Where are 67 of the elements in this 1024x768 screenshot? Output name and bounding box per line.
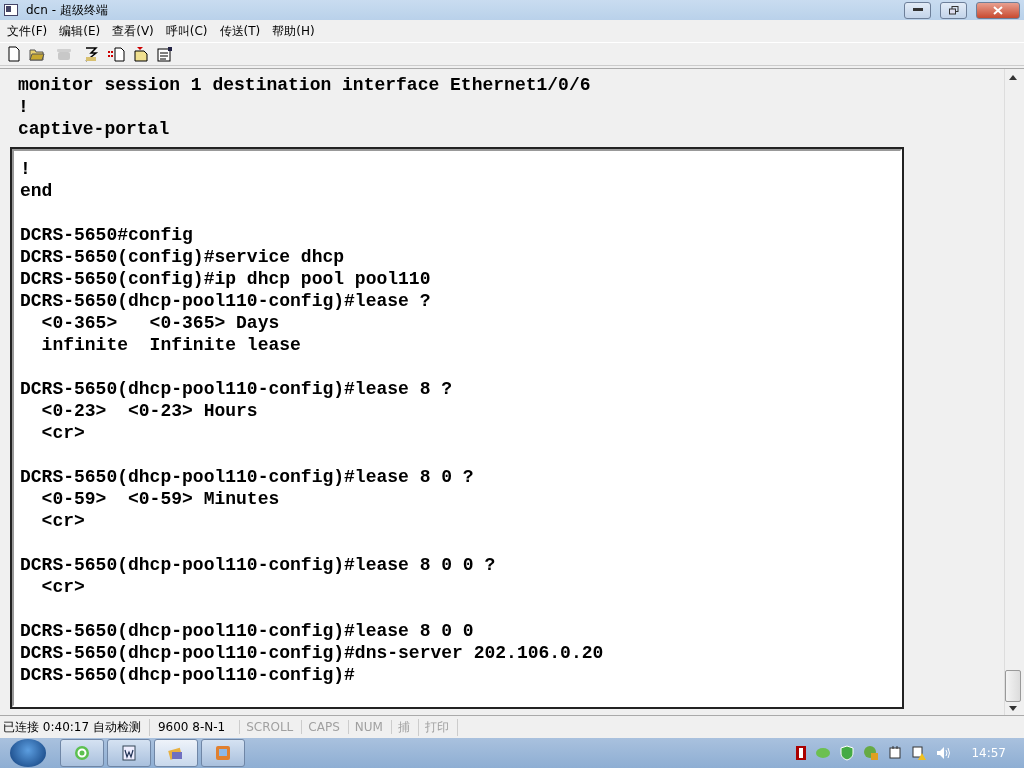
status-indicator: CAPS — [302, 720, 349, 734]
taskbar-button[interactable] — [154, 739, 198, 767]
menu-item[interactable]: 编辑(E) — [54, 22, 108, 40]
speaker-icon — [935, 745, 952, 761]
restore-icon — [948, 5, 959, 15]
connection-status: 已连接 0:40:17 自动检测 — [0, 718, 150, 736]
status-blob-icon — [815, 745, 832, 761]
status-indicator: NUM — [348, 720, 392, 734]
terminal-line: monitor session 1 destination interface Ethernet1/0/6 — [17, 74, 592, 96]
close-button[interactable] — [976, 1, 1020, 19]
scroll-down-icon — [1009, 706, 1017, 711]
minimize-icon — [912, 8, 923, 12]
terminal-line: <0-365> <0-365> Days — [40, 312, 281, 334]
menu-item[interactable]: 查看(V) — [107, 22, 161, 40]
scroll-thumb[interactable] — [1005, 670, 1021, 702]
terminal-line: <cr> — [40, 510, 86, 532]
terminal-line: DCRS-5650(dhcp-pool110-config)#lease ? — [19, 290, 432, 312]
terminal-line: ! — [19, 158, 32, 180]
properties-icon — [157, 46, 173, 62]
film-icon — [795, 745, 808, 761]
close-icon — [993, 5, 1003, 15]
terminal-line: <cr> — [40, 422, 86, 444]
terminal-line: DCRS-5650#config — [19, 224, 194, 246]
receive-file-icon — [133, 46, 149, 62]
terminal-icon — [168, 745, 184, 761]
terminal-line: <0-23> <0-23> Hours — [40, 400, 259, 422]
menu-item[interactable]: 文件(F) — [2, 22, 55, 40]
window-title: dcn - 超级终端 — [26, 1, 109, 19]
scroll-up-icon — [1009, 75, 1017, 80]
terminal-line: DCRS-5650(dhcp-pool110-config)#dns-server 202.106.0.20 — [19, 642, 605, 664]
restore-button[interactable] — [940, 1, 967, 19]
menu-item[interactable]: 呼叫(C) — [160, 22, 215, 40]
port-settings: 9600 8-N-1 — [149, 720, 241, 734]
taskbar-button[interactable] — [201, 739, 245, 767]
network-warning-icon — [911, 745, 928, 761]
terminal-line: DCRS-5650(dhcp-pool110-config)# — [19, 664, 356, 686]
terminal-line: <cr> — [40, 576, 86, 598]
window-icon — [215, 745, 231, 761]
taskbar-button[interactable] — [107, 739, 151, 767]
terminal-line: DCRS-5650(dhcp-pool110-config)#lease 8 ? — [19, 378, 454, 400]
status-indicator: 打印 — [418, 718, 458, 736]
taskbar-button[interactable] — [60, 739, 104, 767]
terminal-line: DCRS-5650(dhcp-pool110-config)#lease 8 0 ? — [19, 466, 475, 488]
shield-icon — [839, 745, 856, 761]
terminal-line: captive-portal — [17, 118, 171, 140]
terminal-line: DCRS-5650(config)#service dhcp — [19, 246, 346, 268]
browser-icon — [74, 745, 90, 761]
menu-item[interactable]: 传送(T) — [214, 22, 268, 40]
terminal-line: DCRS-5650(config)#ip dhcp pool pool110 — [19, 268, 432, 290]
document-icon — [121, 745, 137, 761]
status-indicator: 捕 — [391, 718, 419, 736]
terminal-line: infinite Infinite lease — [40, 334, 302, 356]
terminal-line: <0-59> <0-59> Minutes — [40, 488, 281, 510]
terminal-line: ! — [17, 96, 30, 118]
terminal-line: DCRS-5650(dhcp-pool110-config)#lease 8 0 0 — [19, 620, 475, 642]
open-folder-icon — [29, 46, 45, 62]
status-indicator: SCROLL — [240, 720, 303, 734]
terminal-line: DCRS-5650(dhcp-pool110-config)#lease 8 0 0 ? — [19, 554, 497, 576]
clock: 14:57 — [971, 746, 1006, 760]
minimize-button[interactable] — [904, 1, 931, 19]
start-button[interactable] — [10, 739, 46, 767]
menu-item[interactable]: 帮助(H) — [267, 22, 322, 40]
send-file-icon — [107, 46, 125, 62]
vertical-scrollbar[interactable] — [1004, 69, 1021, 715]
app-icon — [4, 4, 18, 16]
terminal-line: end — [19, 180, 54, 202]
new-document-icon — [6, 46, 22, 62]
